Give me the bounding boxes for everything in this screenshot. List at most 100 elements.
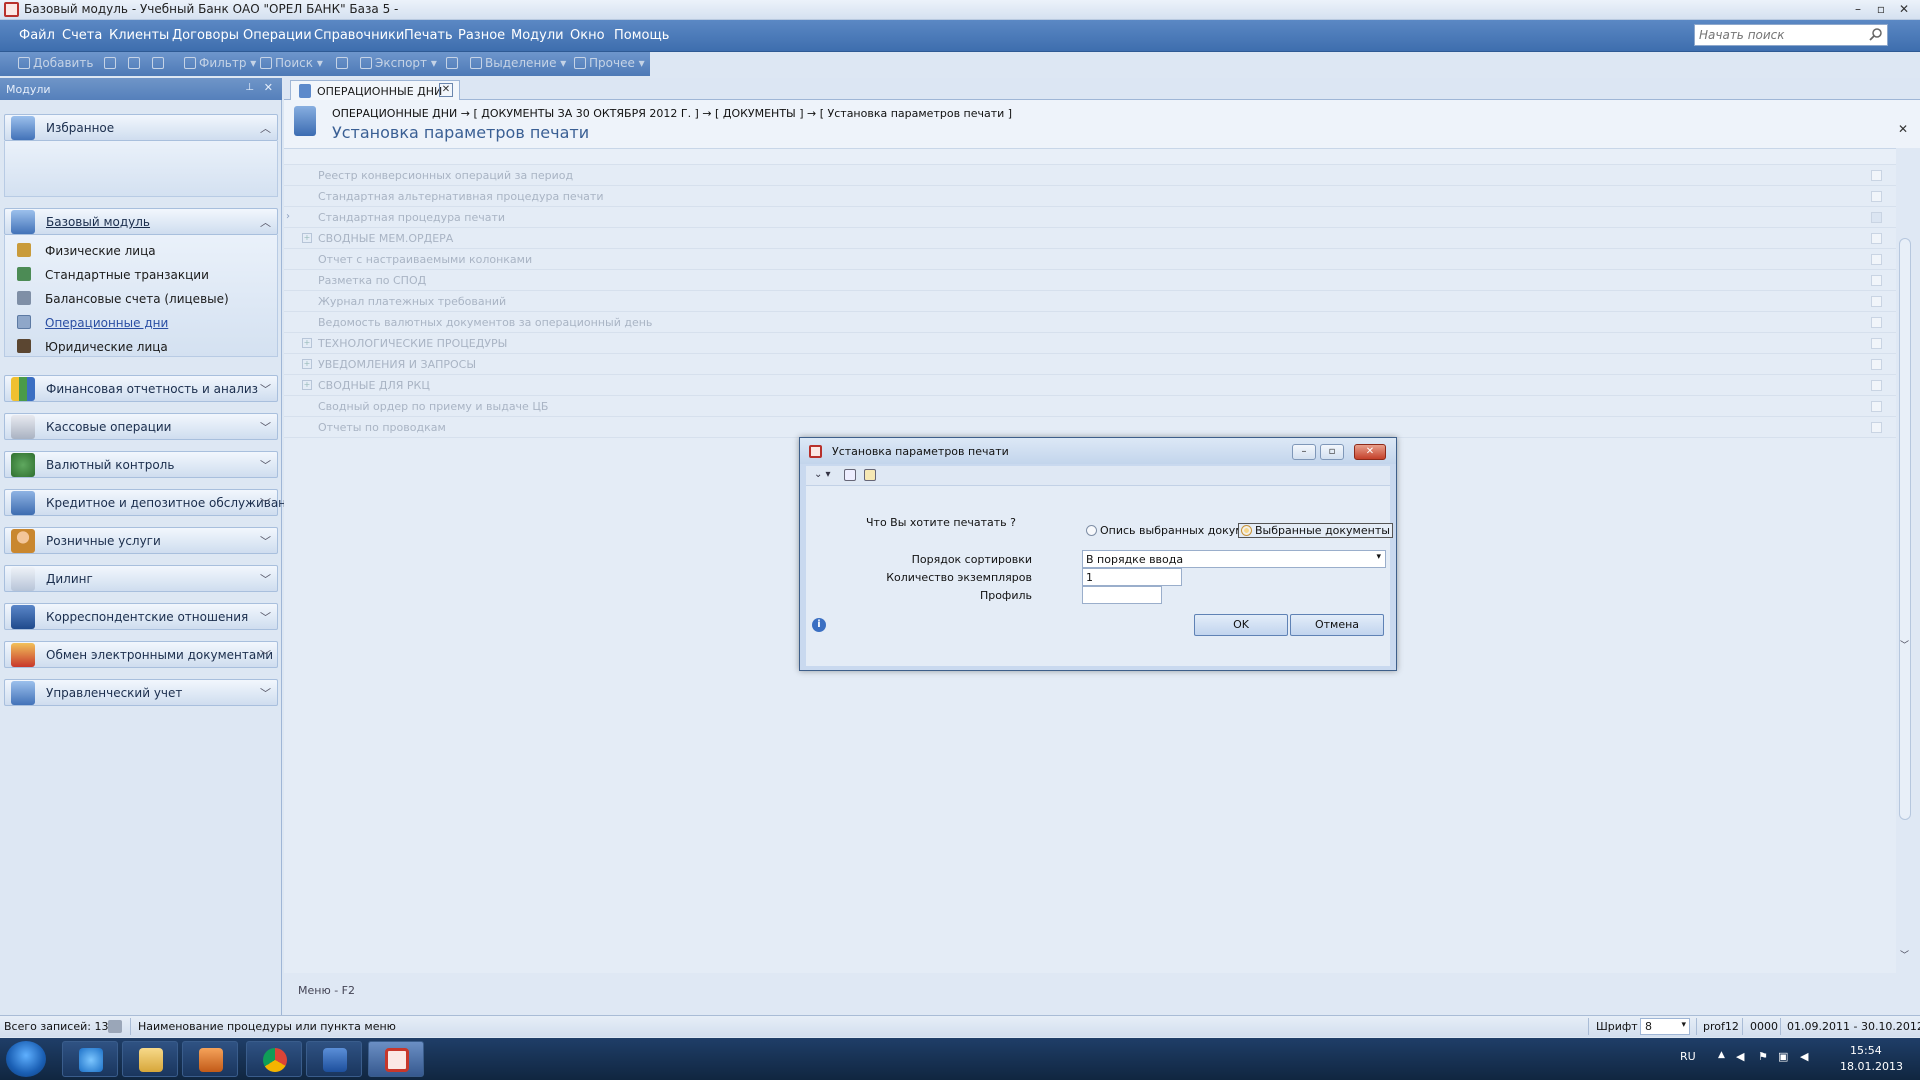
tab-operational-days[interactable]: ОПЕРАЦИОННЫЕ ДНИ ✕ xyxy=(290,80,460,101)
taskbar-word[interactable] xyxy=(306,1041,362,1077)
edit-icon[interactable] xyxy=(864,469,876,481)
table-row[interactable]: Отчет с настраиваемыми колонками xyxy=(284,249,1896,270)
menu-print[interactable]: Печать xyxy=(404,28,453,43)
delete-icon[interactable] xyxy=(152,56,167,70)
refresh-icon[interactable] xyxy=(446,56,461,70)
radio-inventory[interactable] xyxy=(1086,525,1097,536)
row-checkbox[interactable] xyxy=(1871,380,1882,391)
menu-window[interactable]: Окно xyxy=(570,28,605,43)
copy-icon[interactable] xyxy=(128,56,143,70)
taskbar-media-player[interactable] xyxy=(182,1041,238,1077)
row-checkbox[interactable] xyxy=(1871,338,1882,349)
taskbar-chrome[interactable] xyxy=(246,1041,302,1077)
search-icon[interactable] xyxy=(1869,27,1883,41)
dialog-minimize-button[interactable]: – xyxy=(1292,444,1316,460)
group-edi[interactable]: Обмен электронными документами ﹀ xyxy=(4,641,278,668)
group-base-module[interactable]: Базовый модуль ︿ xyxy=(4,208,278,235)
table-row[interactable]: Отчеты по проводкам xyxy=(284,417,1896,438)
menu-misc[interactable]: Разное xyxy=(458,28,505,43)
expand-icon[interactable]: + xyxy=(302,380,312,390)
minimize-button[interactable]: – xyxy=(1847,1,1869,18)
table-row[interactable]: + СВОДНЫЕ МЕМ.ОРДЕРА xyxy=(284,228,1896,249)
group-currency-control[interactable]: Валютный контроль ﹀ xyxy=(4,451,278,478)
export-button[interactable]: Экспорт ▾ xyxy=(360,56,437,70)
scroll-thumb[interactable] xyxy=(1899,238,1911,820)
menu-file[interactable]: Файл xyxy=(19,28,55,43)
group-cash-operations[interactable]: Кассовые операции ﹀ xyxy=(4,413,278,440)
row-checkbox[interactable] xyxy=(1871,170,1882,181)
select-button[interactable]: Выделение ▾ xyxy=(470,56,566,70)
row-checkbox[interactable] xyxy=(1871,233,1882,244)
row-checkbox[interactable] xyxy=(1871,296,1882,307)
row-checkbox[interactable] xyxy=(1871,401,1882,412)
row-checkbox[interactable] xyxy=(1871,422,1882,433)
scroll-end-icon[interactable]: ﹀ xyxy=(1900,948,1909,961)
row-checkbox[interactable] xyxy=(1871,359,1882,370)
menu-help[interactable]: Помощь xyxy=(614,28,669,43)
row-checkbox[interactable] xyxy=(1871,275,1882,286)
sort-order-select[interactable]: В порядке ввода ▾ xyxy=(1082,550,1386,568)
menu-accounts[interactable]: Счета xyxy=(62,28,102,43)
network-icon[interactable]: ▣ xyxy=(1778,1050,1788,1063)
edit-icon[interactable] xyxy=(104,56,119,70)
expand-icon[interactable]: + xyxy=(302,233,312,243)
volume-icon[interactable]: ◀ xyxy=(1736,1050,1744,1063)
menu-contracts[interactable]: Договоры xyxy=(172,28,239,43)
dialog-maximize-button[interactable]: ▫ xyxy=(1320,444,1344,460)
other-button[interactable]: Прочее ▾ xyxy=(574,56,645,70)
taskbar-explorer[interactable] xyxy=(122,1041,178,1077)
close-document-icon[interactable]: ✕ xyxy=(1898,122,1908,136)
table-row[interactable]: + УВЕДОМЛЕНИЯ И ЗАПРОСЫ xyxy=(284,354,1896,375)
table-row[interactable]: + СВОДНЫЕ ДЛЯ РКЦ xyxy=(284,375,1896,396)
menu-references[interactable]: Справочники xyxy=(314,28,404,43)
dialog-close-button[interactable]: ✕ xyxy=(1354,444,1386,460)
calculator-icon[interactable] xyxy=(108,1020,122,1033)
print-icon[interactable] xyxy=(844,469,856,481)
row-checkbox[interactable] xyxy=(1871,254,1882,265)
pin-icon[interactable]: ⊥ xyxy=(245,82,254,93)
menu-modules[interactable]: Модули xyxy=(511,28,564,43)
sidebar-item-legal-entities[interactable]: Юридические лица xyxy=(17,339,168,359)
sidebar-item-transactions[interactable]: Стандартные транзакции xyxy=(17,267,209,287)
menu-operations[interactable]: Операции xyxy=(243,28,312,43)
row-checkbox[interactable] xyxy=(1871,212,1882,223)
close-tab-icon[interactable]: ✕ xyxy=(439,83,453,97)
language-indicator[interactable]: RU xyxy=(1680,1050,1696,1063)
scroll-down-icon[interactable]: ﹀ xyxy=(1900,638,1909,651)
group-financial-reporting[interactable]: Финансовая отчетность и анализ ﹀ xyxy=(4,375,278,402)
row-checkbox[interactable] xyxy=(1871,191,1882,202)
table-row[interactable]: › Стандартная процедура печати xyxy=(284,207,1896,228)
group-retail-services[interactable]: Розничные услуги ﹀ xyxy=(4,527,278,554)
taskbar-ie[interactable] xyxy=(62,1041,118,1077)
sidebar-item-operational-days[interactable]: Операционные дни xyxy=(17,315,168,335)
close-window-button[interactable]: ✕ xyxy=(1893,1,1915,18)
search-button[interactable]: Поиск ▾ xyxy=(260,56,323,70)
dropdown-icon[interactable]: ⌄ ▾ xyxy=(814,469,831,480)
table-row[interactable]: + ТЕХНОЛОГИЧЕСКИЕ ПРОЦЕДУРЫ xyxy=(284,333,1896,354)
table-row[interactable]: Ведомость валютных документов за операци… xyxy=(284,312,1896,333)
filter-button[interactable]: Фильтр ▾ xyxy=(184,56,256,70)
expand-icon[interactable]: + xyxy=(302,338,312,348)
table-row[interactable]: Разметка по СПОД xyxy=(284,270,1896,291)
table-row[interactable]: Сводный ордер по приему и выдаче ЦБ xyxy=(284,396,1896,417)
speaker-icon[interactable]: ◀ xyxy=(1800,1050,1808,1063)
group-dealing[interactable]: Дилинг ﹀ xyxy=(4,565,278,592)
font-size-select[interactable]: 8 ▾ xyxy=(1640,1018,1690,1035)
ok-button[interactable]: OK xyxy=(1194,614,1288,636)
search-input[interactable] xyxy=(1695,25,1855,45)
group-favorites[interactable]: Избранное ︿ xyxy=(4,114,278,141)
clock-date[interactable]: 18.01.2013 xyxy=(1840,1060,1903,1073)
group-credit-deposit[interactable]: Кредитное и депозитное обслуживание ﹀ xyxy=(4,489,301,516)
flag-icon[interactable]: ⚑ xyxy=(1758,1050,1768,1063)
option-selected-documents[interactable]: Выбранные документы xyxy=(1238,523,1393,538)
group-correspondent[interactable]: Корреспондентские отношения ﹀ xyxy=(4,603,278,630)
group-management-accounting[interactable]: Управленческий учет ﹀ xyxy=(4,679,278,706)
info-icon[interactable]: i xyxy=(812,618,826,632)
radio-selected-documents[interactable] xyxy=(1241,525,1252,536)
option-inventory[interactable]: Опись выбранных докум xyxy=(1086,524,1244,537)
sidebar-item-balance-accounts[interactable]: Балансовые счета (лицевые) xyxy=(17,291,229,311)
copies-input[interactable]: 1 xyxy=(1082,568,1182,586)
close-panel-icon[interactable]: ✕ xyxy=(264,81,273,94)
table-row[interactable]: Стандартная альтернативная процедура печ… xyxy=(284,186,1896,207)
profile-input[interactable] xyxy=(1082,586,1162,604)
